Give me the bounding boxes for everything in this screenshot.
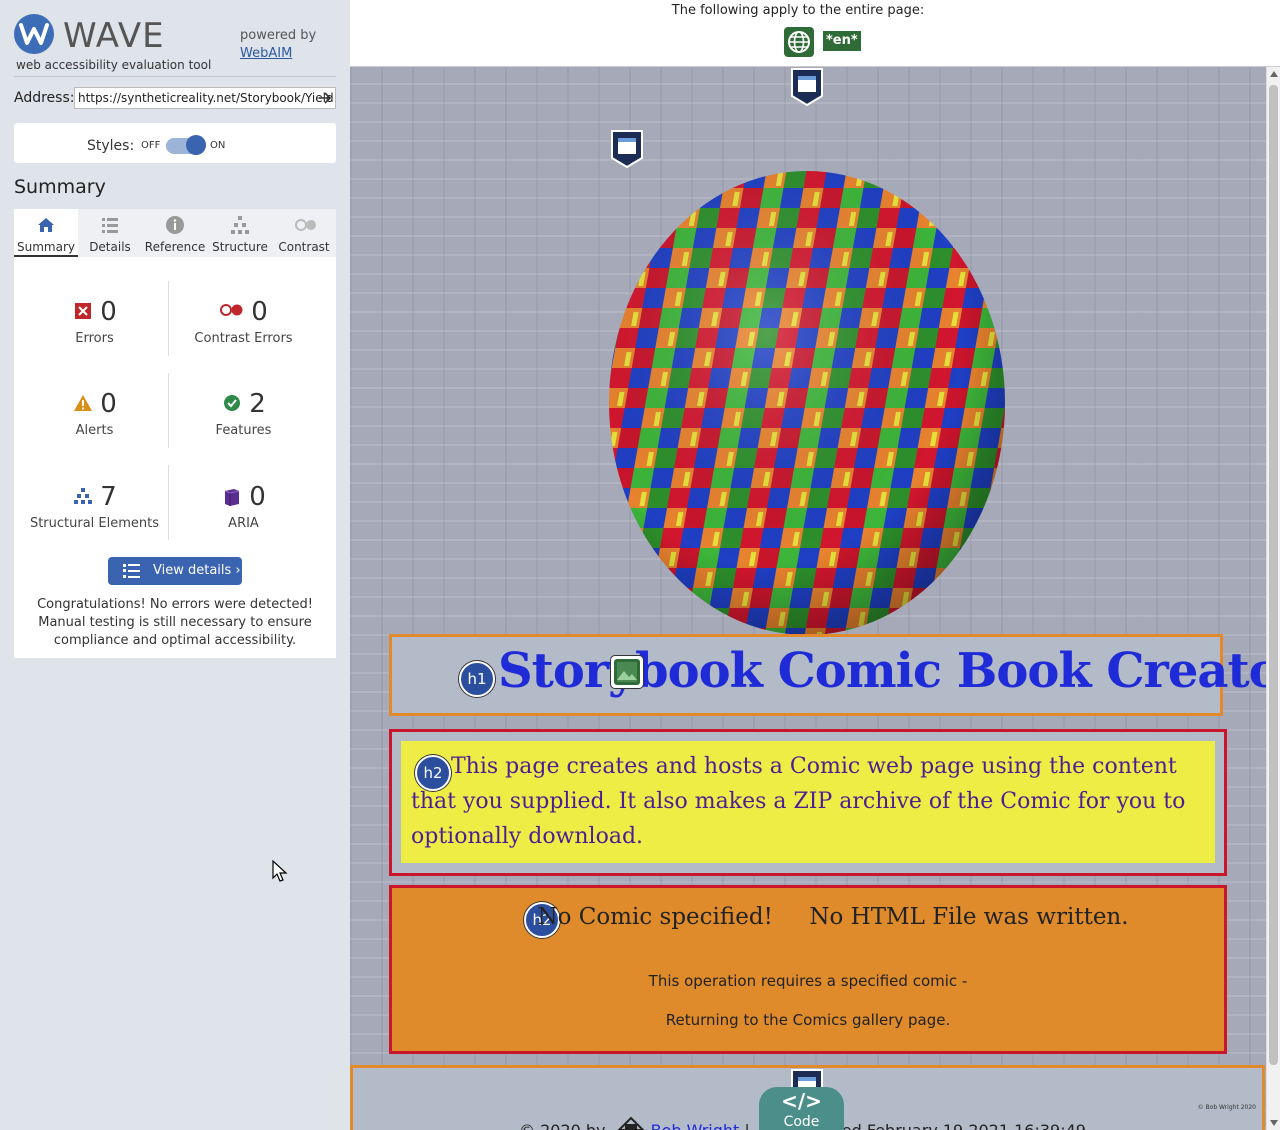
- title-banner: h1 Storybook Comic Book Creator: [389, 634, 1266, 716]
- region-structure-icon[interactable]: [790, 68, 824, 107]
- tab-details[interactable]: Details: [78, 209, 142, 257]
- structure-icon: [72, 487, 94, 507]
- author-logo-icon: [611, 1116, 651, 1130]
- author-link[interactable]: Bob Wright: [651, 1121, 740, 1130]
- divider: [14, 76, 336, 77]
- toggle-knob: [186, 135, 206, 155]
- notice-line-1: This operation requires a specified comi…: [648, 972, 968, 990]
- page-content: h1 Storybook Comic Book Creator h2 This …: [350, 67, 1266, 1130]
- globe-language-icon[interactable]: [784, 27, 814, 57]
- stat-contrast-errors[interactable]: 0 Contrast Errors: [163, 297, 324, 346]
- tab-reference[interactable]: Reference: [142, 209, 208, 257]
- info-icon: [165, 215, 185, 235]
- storybook-egg-image: [607, 168, 1007, 638]
- tab-contrast[interactable]: Contrast: [272, 209, 336, 257]
- image-alt-icon[interactable]: [610, 655, 644, 689]
- aria-cube-icon: [221, 487, 243, 507]
- arrow-right-icon[interactable]: [316, 88, 334, 108]
- wave-tagline: web accessibility evaluation tool: [16, 58, 212, 72]
- panel-tabs: Summary Details Reference Structure Cont…: [14, 209, 336, 257]
- wave-logo: WAVE web accessibility evaluation tool p…: [14, 12, 336, 76]
- wave-logo-text: WAVE: [63, 16, 165, 56]
- styles-toggle[interactable]: [166, 135, 206, 155]
- description-frame: h2 This page creates and hosts a Comic w…: [389, 729, 1227, 876]
- wave-sidebar: WAVE web accessibility evaluation tool p…: [0, 0, 350, 1130]
- address-label: Address:: [14, 90, 75, 106]
- tab-structure[interactable]: Structure: [208, 209, 272, 257]
- summary-heading: Summary: [14, 176, 106, 198]
- list-icon: [100, 215, 120, 235]
- scroll-up-arrow-icon[interactable]: [1270, 71, 1278, 77]
- list-icon: [122, 563, 142, 579]
- stat-structural-elements[interactable]: 7 Structural Elements: [14, 482, 175, 531]
- code-toggle-button[interactable]: </> Code: [759, 1087, 844, 1130]
- footer-copyright: © Bob Wright 2020: [1197, 1104, 1256, 1111]
- stat-errors[interactable]: 0 Errors: [14, 297, 175, 346]
- styles-label: Styles:: [87, 138, 135, 154]
- notice-heading: No Comic specified! No HTML File was wri…: [537, 904, 1129, 930]
- home-icon: [36, 215, 56, 235]
- styles-panel: Styles: OFF ON: [14, 123, 336, 163]
- language-badge[interactable]: *en*: [823, 31, 861, 51]
- region-structure-icon[interactable]: [610, 130, 644, 169]
- code-icon: </>: [781, 1089, 822, 1113]
- feature-check-icon: [221, 394, 243, 414]
- powered-by: powered by WebAIM: [240, 28, 317, 61]
- tab-summary[interactable]: Summary: [14, 209, 78, 257]
- scroll-down-arrow-icon[interactable]: [1270, 1120, 1278, 1126]
- page-level-note: The following apply to the entire page:: [671, 3, 925, 18]
- wave-logo-icon: [14, 14, 54, 54]
- mouse-cursor-icon: [272, 859, 288, 884]
- address-input[interactable]: https://syntheticreality.net/Storybook/Y…: [74, 87, 336, 109]
- scroll-thumb[interactable]: [1269, 85, 1278, 1065]
- styles-off-label: OFF: [141, 140, 161, 151]
- congrats-message: Congratulations! No errors were detected…: [37, 597, 313, 648]
- hierarchy-icon: [230, 215, 250, 235]
- stat-alerts[interactable]: 0 Alerts: [14, 389, 175, 438]
- webaim-link[interactable]: WebAIM: [240, 46, 292, 61]
- contrast-icon: [294, 215, 316, 235]
- styles-on-label: ON: [210, 140, 226, 151]
- contrast-error-icon: [219, 302, 245, 322]
- description-panel: h2 This page creates and hosts a Comic w…: [401, 741, 1215, 863]
- summary-panel: 0 Errors 0 Contrast Errors 0 Alerts 2 Fe…: [14, 257, 336, 658]
- error-icon: [72, 302, 94, 322]
- page-scrollbar[interactable]: [1266, 67, 1280, 1130]
- evaluated-page-frame: The following apply to the entire page: …: [350, 0, 1280, 1130]
- page-description: This page creates and hosts a Comic web …: [411, 754, 1186, 849]
- notice-panel: h2 No Comic specified! No HTML File was …: [389, 885, 1227, 1054]
- notice-line-2: Returning to the Comics gallery page.: [665, 1011, 951, 1029]
- stat-aria[interactable]: 0 ARIA: [163, 482, 324, 531]
- alert-icon: [72, 394, 94, 414]
- page-level-bar: The following apply to the entire page: …: [350, 0, 1280, 67]
- heading-h1-icon[interactable]: h1: [459, 661, 495, 697]
- stat-features[interactable]: 2 Features: [163, 389, 324, 438]
- view-details-button[interactable]: View details ›: [108, 557, 242, 585]
